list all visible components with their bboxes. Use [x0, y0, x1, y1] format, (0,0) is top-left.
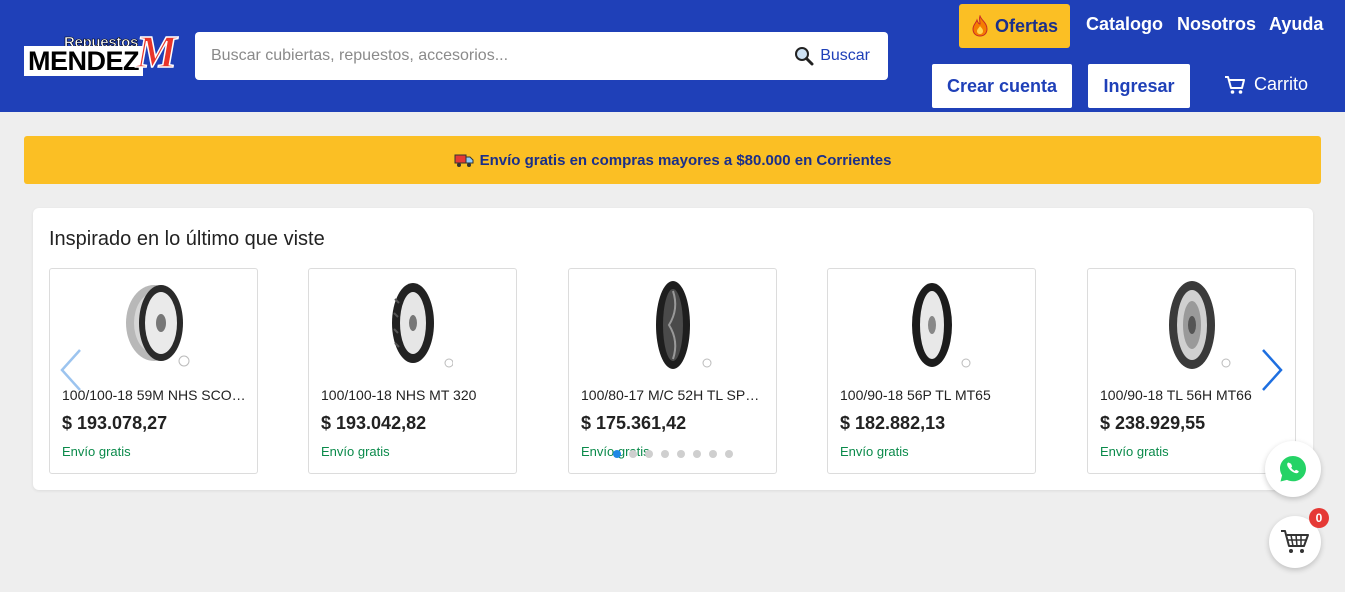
product-name[interactable]: 100/90-18 56P TL MT65	[840, 387, 1026, 403]
search-button-label: Buscar	[820, 47, 870, 64]
product-price: $ 182.882,13	[840, 413, 946, 433]
logo-title: MENDEZ	[24, 46, 143, 76]
tire-image	[391, 283, 453, 368]
create-account-button[interactable]: Crear cuenta	[932, 64, 1072, 108]
search-button[interactable]: Buscar	[794, 44, 870, 68]
product-name[interactable]: 100/100-18 NHS MT 320	[321, 387, 507, 403]
pagination-dot[interactable]	[645, 450, 653, 458]
logo-m-mark: M	[135, 26, 177, 77]
pagination-dot[interactable]	[709, 450, 717, 458]
tire-image	[911, 283, 970, 368]
pagination-dot[interactable]	[629, 450, 637, 458]
pagination-dot[interactable]	[693, 450, 701, 458]
pagination-dot[interactable]	[661, 450, 669, 458]
nav-ayuda[interactable]: Ayuda	[1269, 14, 1323, 35]
nav-catalogo[interactable]: Catalogo	[1086, 14, 1163, 35]
product-card[interactable]: 100/80-17 M/C 52H TL SPORT $ 175.361,42 …	[568, 268, 777, 474]
product-card[interactable]: 100/90-18 56P TL MT65 $ 182.882,13 Envío…	[827, 268, 1036, 474]
site-header: Repuestos MENDEZ M Buscar Ofertas Catalo…	[0, 0, 1345, 112]
tire-image	[125, 285, 189, 367]
ofertas-label: Ofertas	[994, 15, 1059, 36]
nav-nosotros[interactable]: Nosotros	[1177, 14, 1256, 35]
product-price: $ 175.361,42	[581, 413, 687, 433]
shipping-label: Envío gratis	[1100, 444, 1169, 459]
shipping-label: Envío gratis	[840, 444, 909, 459]
login-button[interactable]: Ingresar	[1088, 64, 1190, 108]
product-name[interactable]: 100/100-18 59M NHS SCORPION	[62, 387, 248, 403]
pagination-dot[interactable]	[725, 450, 733, 458]
product-price: $ 193.078,27	[62, 413, 168, 433]
carousel-next-arrow-icon[interactable]	[1259, 346, 1287, 394]
truck-icon	[454, 154, 474, 167]
section-title: Inspirado en lo último que viste	[49, 228, 325, 250]
whatsapp-icon	[1280, 456, 1306, 482]
basket-icon	[1281, 530, 1309, 553]
fire-icon	[972, 15, 988, 37]
recommendations-panel: Inspirado en lo último que viste 100/100…	[33, 208, 1313, 490]
tire-image	[655, 281, 711, 369]
pagination-dot[interactable]	[613, 450, 621, 458]
whatsapp-button[interactable]	[1265, 441, 1321, 497]
search-input[interactable]	[195, 32, 775, 80]
pagination-dot[interactable]	[677, 450, 685, 458]
shipping-label: Envío gratis	[62, 444, 131, 459]
cart-count-badge: 0	[1309, 508, 1329, 528]
search-bar: Buscar	[195, 32, 888, 80]
product-name[interactable]: 100/80-17 M/C 52H TL SPORT	[581, 387, 767, 403]
store-logo[interactable]: Repuestos MENDEZ M	[22, 26, 178, 80]
carousel-pagination	[613, 450, 733, 458]
shipping-label: Envío gratis	[321, 444, 390, 459]
cart-link[interactable]: Carrito	[1224, 74, 1308, 95]
magnifier-icon	[795, 47, 814, 66]
ofertas-button[interactable]: Ofertas	[959, 4, 1070, 48]
free-shipping-banner: Envío gratis en compras mayores a $80.00…	[24, 136, 1321, 184]
shopping-cart-icon	[1225, 75, 1245, 94]
product-price: $ 238.929,55	[1100, 413, 1206, 433]
carousel-prev-arrow-icon[interactable]	[58, 346, 86, 394]
product-price: $ 193.042,82	[321, 413, 427, 433]
banner-text: Envío gratis en compras mayores a $80.00…	[479, 151, 892, 169]
product-card[interactable]: 100/100-18 NHS MT 320 $ 193.042,82 Envío…	[308, 268, 517, 474]
tire-image	[1168, 281, 1230, 369]
cart-label: Carrito	[1254, 74, 1309, 94]
